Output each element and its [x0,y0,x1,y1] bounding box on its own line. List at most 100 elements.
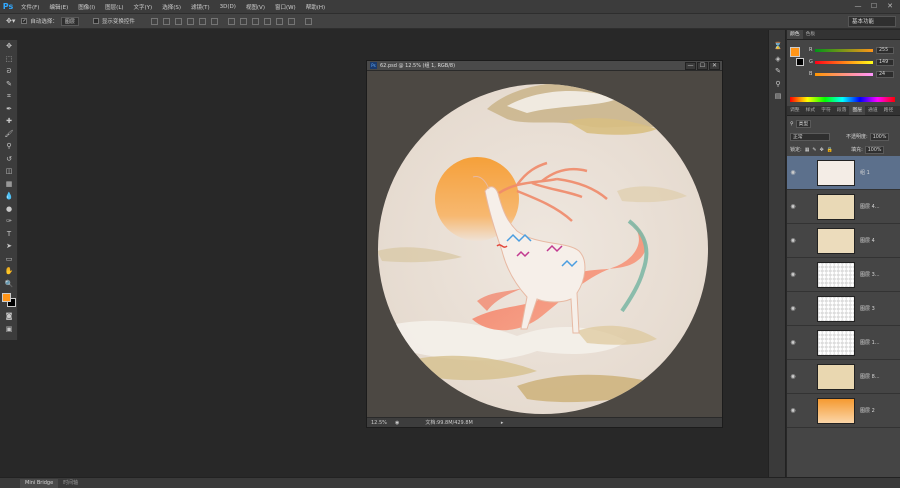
menu-select[interactable]: 选择(S) [157,3,186,11]
move-tool-icon[interactable]: ✥ [0,40,18,53]
auto-select-dropdown[interactable]: 图层 [60,16,79,26]
opacity-input[interactable]: 100% [869,132,890,141]
pen-tool-icon[interactable]: ✑ [0,215,18,228]
blue-value[interactable]: 24 [876,70,894,78]
red-slider[interactable] [815,48,873,52]
distribute-vcenter-icon[interactable] [239,17,247,25]
show-transform-option[interactable]: 显示变换控件 [92,17,135,25]
align-vcenter-icon[interactable] [162,17,170,25]
menu-help[interactable]: 帮助(H) [301,3,330,11]
tool-presets-panel-icon[interactable]: ▤ [769,90,787,103]
doc-close-button[interactable]: ✕ [709,62,720,70]
marquee-tool-icon[interactable]: ⬚ [0,53,18,66]
fill-input[interactable]: 100% [864,145,885,154]
minimize-button[interactable]: — [850,1,866,12]
align-hcenter-icon[interactable] [198,17,206,25]
tab-styles[interactable]: 样式 [803,106,819,115]
visibility-eye-icon[interactable]: ◉ [787,407,799,414]
eraser-tool-icon[interactable]: ◫ [0,165,18,178]
distribute-right-icon[interactable] [287,17,295,25]
distribute-hcenter-icon[interactable] [275,17,283,25]
align-left-icon[interactable] [186,17,194,25]
move-tool-icon[interactable]: ✥▾ [6,17,15,25]
distribute-bottom-icon[interactable] [251,17,259,25]
menu-window[interactable]: 窗口(W) [270,3,301,11]
layer-row[interactable]: ◉ 图层 4... [787,190,900,224]
tab-paths[interactable]: 路径 [881,106,897,115]
zoom-level[interactable]: 12.5% [371,420,391,426]
status-info-icon[interactable]: ◉ [395,420,399,426]
menu-filter[interactable]: 滤镜(T) [186,3,215,11]
screen-mode-icon[interactable]: ▣ [0,323,18,336]
color-swatches[interactable] [0,290,18,310]
blue-slider[interactable] [815,72,873,76]
document-window[interactable]: Ps 62.psd @ 12.5% (组 1, RGB/8) — ☐ ✕ 12.… [366,60,723,428]
tab-mini-bridge[interactable]: Mini Bridge [20,478,59,488]
layer-row[interactable]: ◉ 图层 2 [787,394,900,428]
menu-edit[interactable]: 编辑(E) [44,3,73,11]
tab-color[interactable]: 颜色 [787,30,803,39]
align-right-icon[interactable] [210,17,218,25]
hand-tool-icon[interactable]: ✋ [0,265,18,278]
green-value[interactable]: 149 [876,58,894,66]
layer-row[interactable]: ◉ 图层 8... [787,360,900,394]
visibility-eye-icon[interactable]: ◉ [787,237,799,244]
workspace-switcher[interactable]: 基本功能 [848,16,896,27]
visibility-eye-icon[interactable]: ◉ [787,203,799,210]
menu-type[interactable]: 文字(Y) [129,3,158,11]
menu-3d[interactable]: 3D(D) [215,4,241,10]
lock-position-icon[interactable]: ✥ [820,147,824,153]
foreground-color-swatch[interactable] [2,293,11,302]
red-value[interactable]: 255 [876,46,894,54]
distribute-top-icon[interactable] [227,17,235,25]
path-select-tool-icon[interactable]: ➤ [0,240,18,253]
tab-paragraph[interactable]: 段落 [834,106,850,115]
blur-tool-icon[interactable]: 💧 [0,190,18,203]
tab-layers[interactable]: 图层 [849,106,866,115]
quick-mask-icon[interactable]: ◙ [0,310,18,323]
green-slider[interactable] [815,60,873,64]
close-button[interactable]: ✕ [882,1,898,12]
properties-panel-icon[interactable]: ◈ [769,53,787,66]
lasso-tool-icon[interactable]: ᘐ [0,65,18,78]
lock-pixels-icon[interactable]: ✎ [812,147,816,153]
healing-brush-tool-icon[interactable]: ✚ [0,115,18,128]
visibility-eye-icon[interactable]: ◉ [787,373,799,380]
clone-stamp-tool-icon[interactable]: ⚲ [0,140,18,153]
auto-align-icon[interactable] [304,17,312,25]
color-panel-foreground-swatch[interactable] [790,47,800,57]
history-panel-icon[interactable]: ⌛ [769,40,787,53]
tab-character[interactable]: 字符 [818,106,834,115]
document-title-bar[interactable]: Ps 62.psd @ 12.5% (组 1, RGB/8) — ☐ ✕ [367,61,722,71]
layer-kind-dropdown[interactable]: 类型 [795,119,812,128]
brush-panel-icon[interactable]: ✎ [769,65,787,78]
tab-swatches[interactable]: 色板 [803,30,819,39]
visibility-eye-icon[interactable]: ◉ [787,271,799,278]
clone-source-panel-icon[interactable]: ⚲ [769,78,787,91]
quick-select-tool-icon[interactable]: ✎ [0,78,18,91]
status-menu-arrow-icon[interactable]: ▸ [501,420,504,426]
doc-minimize-button[interactable]: — [685,62,696,70]
menu-view[interactable]: 视图(V) [241,3,270,11]
layer-row[interactable]: ◉ 图层 4 [787,224,900,258]
layer-row[interactable]: ◉ 组 1 [787,156,900,190]
lock-all-icon[interactable]: 🔒 [827,147,833,153]
doc-maximize-button[interactable]: ☐ [697,62,708,70]
type-tool-icon[interactable]: T [0,228,18,241]
layer-row[interactable]: ◉ 图层 3 [787,292,900,326]
tab-adjustments[interactable]: 调整 [787,106,803,115]
auto-select-option[interactable]: ✓ 自动选择： 图层 [21,16,79,26]
distribute-left-icon[interactable] [263,17,271,25]
history-brush-tool-icon[interactable]: ↺ [0,153,18,166]
shape-tool-icon[interactable]: ▭ [0,253,18,266]
menu-image[interactable]: 图像(I) [73,3,100,11]
brush-tool-icon[interactable]: 🖌 [0,128,18,141]
color-panel-background-swatch[interactable] [796,58,804,66]
align-top-icon[interactable] [150,17,158,25]
auto-select-checkbox[interactable]: ✓ [21,18,28,24]
show-transform-checkbox[interactable] [92,18,99,24]
layer-row[interactable]: ◉ 图层 3... [787,258,900,292]
color-spectrum[interactable] [790,97,895,102]
visibility-eye-icon[interactable]: ◉ [787,169,799,176]
blend-mode-dropdown[interactable]: 正常 [790,132,830,141]
